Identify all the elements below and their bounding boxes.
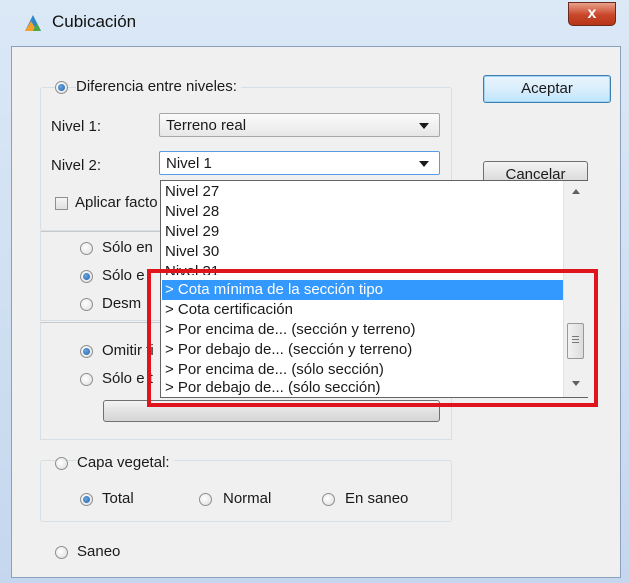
window-title: Cubicación xyxy=(52,12,137,31)
nivel2-value: Nivel 1 xyxy=(166,155,212,172)
app-icon xyxy=(25,15,41,31)
solo-en-radio[interactable] xyxy=(80,242,93,255)
capa-vegetal-radio[interactable] xyxy=(55,457,68,470)
en-saneo-radio[interactable] xyxy=(322,493,335,506)
total-radio[interactable] xyxy=(80,493,93,506)
omitir-radio[interactable] xyxy=(80,345,93,358)
nivel2-combo[interactable]: Nivel 1 xyxy=(159,151,440,175)
chevron-down-icon xyxy=(419,123,429,129)
desm-label: Desm xyxy=(102,295,142,312)
nivel1-combo[interactable]: Terreno real xyxy=(159,113,440,137)
en-saneo-label: En saneo xyxy=(345,490,409,507)
aplicar-factor-label: Aplicar facto xyxy=(75,194,158,211)
diferencia-niveles-radio[interactable] xyxy=(55,81,68,94)
list-item[interactable]: Nivel 27 xyxy=(165,182,219,202)
diferencia-niveles-label: Diferencia entre niveles: xyxy=(76,78,241,95)
nivel1-value: Terreno real xyxy=(166,117,247,134)
scroll-up-icon[interactable] xyxy=(572,189,580,194)
saneo-radio[interactable] xyxy=(55,546,68,559)
list-item[interactable]: Nivel 29 xyxy=(165,222,219,242)
title-bar[interactable]: Cubicación x xyxy=(0,0,629,46)
solo-e-radio[interactable] xyxy=(80,270,93,283)
aplicar-factor-checkbox[interactable] xyxy=(55,197,68,210)
desm-radio[interactable] xyxy=(80,298,93,311)
highlight-box xyxy=(147,269,598,407)
normal-radio[interactable] xyxy=(199,493,212,506)
nivel2-label: Nivel 2: xyxy=(51,157,102,174)
solo-e-t-label: Sólo e t xyxy=(102,370,153,387)
aceptar-label: Aceptar xyxy=(521,80,573,97)
solo-e-label: Sólo e xyxy=(102,267,145,284)
list-item[interactable]: Nivel 28 xyxy=(165,202,219,222)
nivel1-label: Nivel 1: xyxy=(51,118,102,135)
chevron-down-icon xyxy=(419,161,429,167)
omitir-label: Omitir ti xyxy=(102,342,154,359)
solo-e-t-radio[interactable] xyxy=(80,373,93,386)
close-icon: x xyxy=(587,5,597,22)
list-item[interactable]: Nivel 30 xyxy=(165,242,219,262)
normal-label: Normal xyxy=(223,490,272,507)
solo-en-label: Sólo en xyxy=(102,239,153,256)
capa-vegetal-label: Capa vegetal: xyxy=(77,454,174,471)
close-button[interactable]: x xyxy=(568,2,616,26)
saneo-label: Saneo xyxy=(77,543,121,560)
dialog-window: Cubicación x Diferencia entre niveles: N… xyxy=(0,0,629,583)
aceptar-button[interactable]: Aceptar xyxy=(483,75,611,103)
total-label: Total xyxy=(102,490,134,507)
